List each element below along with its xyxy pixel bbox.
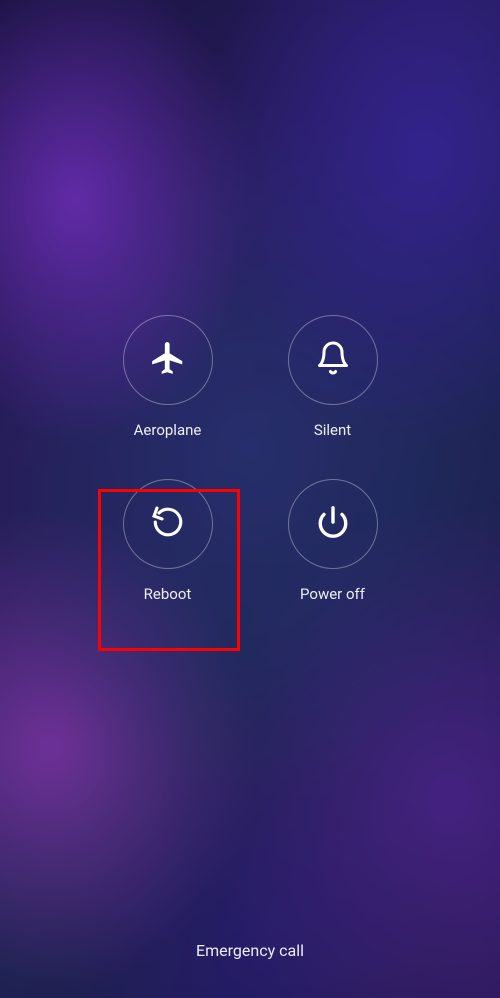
restart-icon (151, 505, 185, 543)
option-circle (123, 479, 213, 569)
power-menu-grid: Aeroplane Silent Reboot (85, 315, 415, 603)
reboot-button[interactable]: Reboot (85, 479, 250, 603)
option-circle (288, 315, 378, 405)
option-circle (288, 479, 378, 569)
silent-mode-button[interactable]: Silent (250, 315, 415, 439)
option-label: Aeroplane (134, 421, 202, 439)
emergency-call-button[interactable]: Emergency call (196, 941, 304, 960)
bell-icon (315, 340, 351, 380)
airplane-icon (149, 339, 187, 381)
option-label: Silent (314, 421, 351, 439)
option-label: Power off (300, 585, 365, 603)
power-icon (316, 505, 350, 543)
option-label: Reboot (144, 585, 192, 603)
option-circle (123, 315, 213, 405)
aeroplane-mode-button[interactable]: Aeroplane (85, 315, 250, 439)
power-off-button[interactable]: Power off (250, 479, 415, 603)
